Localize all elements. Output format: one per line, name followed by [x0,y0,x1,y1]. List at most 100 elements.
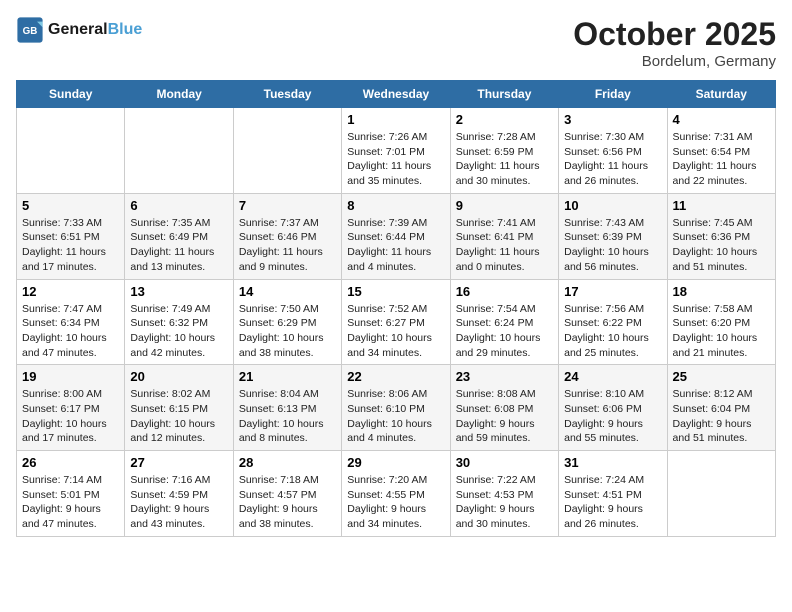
cell-info: Sunset: 6:08 PM [456,402,553,417]
cell-info: Sunset: 6:17 PM [22,402,119,417]
date-number: 8 [347,198,444,213]
calendar-cell: 14Sunrise: 7:50 AMSunset: 6:29 PMDayligh… [233,279,341,365]
cell-info: Sunrise: 7:50 AM [239,302,336,317]
cell-info: Daylight: 11 hours and 26 minutes. [564,159,661,188]
cell-info: Daylight: 9 hours and 55 minutes. [564,417,661,446]
cell-info: Daylight: 10 hours and 4 minutes. [347,417,444,446]
cell-info: Sunrise: 7:16 AM [130,473,227,488]
cell-info: Sunrise: 7:26 AM [347,130,444,145]
calendar-table: SundayMondayTuesdayWednesdayThursdayFrid… [16,80,776,537]
cell-info: Sunset: 6:51 PM [22,230,119,245]
cell-info: Sunset: 6:44 PM [347,230,444,245]
date-number: 10 [564,198,661,213]
date-number: 29 [347,455,444,470]
cell-info: Daylight: 9 hours and 26 minutes. [564,502,661,531]
calendar-cell: 19Sunrise: 8:00 AMSunset: 6:17 PMDayligh… [17,365,125,451]
cell-info: Daylight: 10 hours and 51 minutes. [673,245,770,274]
calendar-cell: 9Sunrise: 7:41 AMSunset: 6:41 PMDaylight… [450,193,558,279]
cell-info: Sunrise: 7:30 AM [564,130,661,145]
cell-info: Sunrise: 7:45 AM [673,216,770,231]
cell-info: Daylight: 10 hours and 47 minutes. [22,331,119,360]
cell-info: Sunrise: 7:24 AM [564,473,661,488]
calendar-cell: 30Sunrise: 7:22 AMSunset: 4:53 PMDayligh… [450,451,558,537]
cell-info: Daylight: 10 hours and 25 minutes. [564,331,661,360]
cell-info: Daylight: 10 hours and 56 minutes. [564,245,661,274]
day-header-tuesday: Tuesday [233,81,341,108]
calendar-cell: 13 Sunrise: 7:49 AMSunset: 6:32 PMDayligh… [125,279,233,365]
cell-info: Sunrise: 7:33 AM [22,216,119,231]
date-number: 3 [564,112,661,127]
cell-info: Sunrise: 7:56 AM [564,302,661,317]
date-number: 6 [130,198,227,213]
cell-info: Sunset: 6:10 PM [347,402,444,417]
cell-info: Sunrise: 7:49 AM [130,302,227,317]
cell-info: Sunrise: 7:31 AM [673,130,770,145]
cell-info: Sunrise: 7:52 AM [347,302,444,317]
cell-info: Daylight: 10 hours and 42 minutes. [130,331,227,360]
calendar-cell: 5Sunrise: 7:33 AMSunset: 6:51 PMDaylight… [17,193,125,279]
cell-info: Sunrise: 7:22 AM [456,473,553,488]
week-row-3: 12Sunrise: 7:47 AMSunset: 6:34 PMDayligh… [17,279,776,365]
calendar-cell: 27Sunrise: 7:16 AMSunset: 4:59 PMDayligh… [125,451,233,537]
calendar-cell: 12Sunrise: 7:47 AMSunset: 6:34 PMDayligh… [17,279,125,365]
location: Bordelum, Germany [573,53,776,70]
cell-info: Sunset: 6:22 PM [564,316,661,331]
date-number: 9 [456,198,553,213]
cell-info: Daylight: 9 hours and 51 minutes. [673,417,770,446]
cell-info: Sunrise: 8:04 AM [239,387,336,402]
cell-info: Sunset: 6:04 PM [673,402,770,417]
day-header-thursday: Thursday [450,81,558,108]
calendar-cell [125,108,233,194]
date-number: 11 [673,198,770,213]
cell-info: Sunrise: 7:58 AM [673,302,770,317]
cell-info: Sunrise: 7:20 AM [347,473,444,488]
cell-info: Sunset: 4:59 PM [130,488,227,503]
month-title: October 2025 [573,16,776,53]
cell-info: Sunset: 4:51 PM [564,488,661,503]
day-header-sunday: Sunday [17,81,125,108]
cell-info: Sunset: 6:41 PM [456,230,553,245]
date-number: 13 [130,284,227,299]
cell-info: Sunrise: 7:28 AM [456,130,553,145]
cell-info: Sunrise: 7:14 AM [22,473,119,488]
cell-info: Sunset: 6:32 PM [130,316,227,331]
day-header-wednesday: Wednesday [342,81,450,108]
cell-info: Daylight: 10 hours and 21 minutes. [673,331,770,360]
cell-info: Sunset: 6:54 PM [673,145,770,160]
cell-info: Sunset: 6:34 PM [22,316,119,331]
calendar-cell: 11Sunrise: 7:45 AMSunset: 6:36 PMDayligh… [667,193,775,279]
calendar-cell: 7Sunrise: 7:37 AMSunset: 6:46 PMDaylight… [233,193,341,279]
cell-info: Sunset: 6:39 PM [564,230,661,245]
calendar-cell: 23Sunrise: 8:08 AMSunset: 6:08 PMDayligh… [450,365,558,451]
calendar-cell: 21Sunrise: 8:04 AMSunset: 6:13 PMDayligh… [233,365,341,451]
cell-info: Daylight: 10 hours and 8 minutes. [239,417,336,446]
cell-info: Daylight: 11 hours and 9 minutes. [239,245,336,274]
logo-general: General [48,21,108,38]
calendar-cell [667,451,775,537]
date-number: 19 [22,369,119,384]
cell-info: Daylight: 11 hours and 30 minutes. [456,159,553,188]
calendar-cell: 10Sunrise: 7:43 AMSunset: 6:39 PMDayligh… [559,193,667,279]
date-number: 22 [347,369,444,384]
date-number: 7 [239,198,336,213]
date-number: 4 [673,112,770,127]
calendar-cell [233,108,341,194]
cell-info: Sunrise: 7:35 AM [130,216,227,231]
cell-info: Sunrise: 7:18 AM [239,473,336,488]
logo-icon: GB [16,16,44,44]
calendar-cell: 24Sunrise: 8:10 AMSunset: 6:06 PMDayligh… [559,365,667,451]
calendar-cell: 20Sunrise: 8:02 AMSunset: 6:15 PMDayligh… [125,365,233,451]
page-header: GB GeneralBlue October 2025 Bordelum, Ge… [16,16,776,70]
cell-info: Daylight: 11 hours and 35 minutes. [347,159,444,188]
date-number: 20 [130,369,227,384]
logo: GB GeneralBlue [16,16,142,44]
date-number: 12 [22,284,119,299]
calendar-cell: 8Sunrise: 7:39 AMSunset: 6:44 PMDaylight… [342,193,450,279]
cell-info: Daylight: 11 hours and 4 minutes. [347,245,444,274]
cell-info: Sunset: 6:06 PM [564,402,661,417]
cell-info: Sunrise: 7:41 AM [456,216,553,231]
cell-info: Sunrise: 8:00 AM [22,387,119,402]
cell-info: Sunset: 6:20 PM [673,316,770,331]
date-number: 24 [564,369,661,384]
calendar-cell: 29Sunrise: 7:20 AMSunset: 4:55 PMDayligh… [342,451,450,537]
